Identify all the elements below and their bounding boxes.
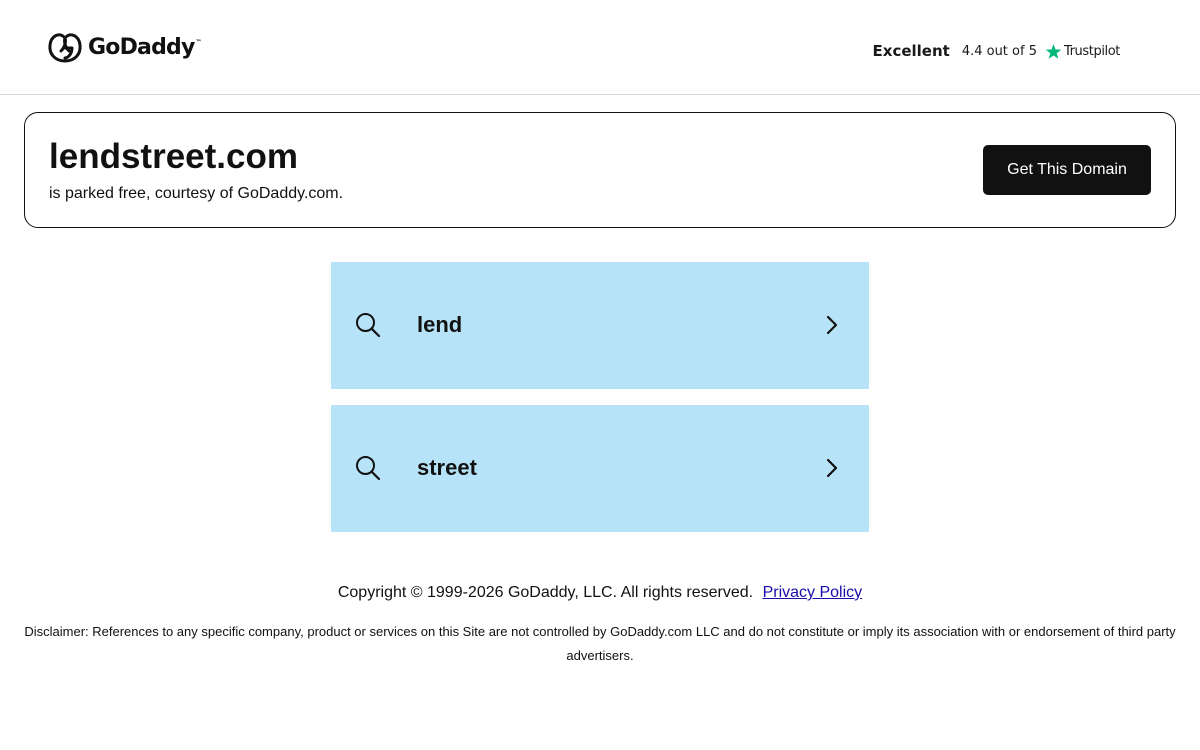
search-item-lend[interactable]: lend xyxy=(331,262,869,389)
privacy-policy-link[interactable]: Privacy Policy xyxy=(763,584,863,601)
site-header: GoDaddy™ Excellent 4.4 out of 5 Trustpil… xyxy=(0,0,1200,95)
chevron-right-icon xyxy=(826,315,838,335)
chevron-right-icon xyxy=(826,458,838,478)
search-item-street[interactable]: street xyxy=(331,405,869,532)
search-item-label: lend xyxy=(417,312,463,337)
trustpilot-star-icon xyxy=(1045,43,1062,59)
logo-wordmark: GoDaddy™ xyxy=(88,35,202,60)
domain-subtitle: is parked free, courtesy of GoDaddy.com. xyxy=(49,185,344,202)
search-icon xyxy=(356,313,381,338)
trustpilot-rating[interactable]: Excellent 4.4 out of 5 Trustpilot xyxy=(872,40,1121,62)
rating-label: Excellent xyxy=(872,42,950,60)
domain-name: lendstreet.com xyxy=(49,137,298,176)
related-searches: lend street xyxy=(331,262,869,548)
godaddy-logo-icon xyxy=(48,33,82,63)
domain-banner: lendstreet.com is parked free, courtesy … xyxy=(24,112,1176,228)
godaddy-logo[interactable]: GoDaddy™ xyxy=(47,31,202,64)
copyright-text: Copyright © 1999-2026 GoDaddy, LLC. All … xyxy=(337,584,754,601)
copyright-line: Copyright © 1999-2026 GoDaddy, LLC. All … xyxy=(0,583,1200,603)
rating-score: 4.4 out of 5 xyxy=(961,43,1037,59)
trustpilot-name: Trustpilot xyxy=(1063,43,1120,59)
get-this-domain-button[interactable]: Get This Domain xyxy=(983,145,1151,195)
disclaimer-text: Disclaimer: References to any specific c… xyxy=(24,624,1176,663)
search-item-label: street xyxy=(417,455,477,480)
search-icon xyxy=(356,456,381,481)
